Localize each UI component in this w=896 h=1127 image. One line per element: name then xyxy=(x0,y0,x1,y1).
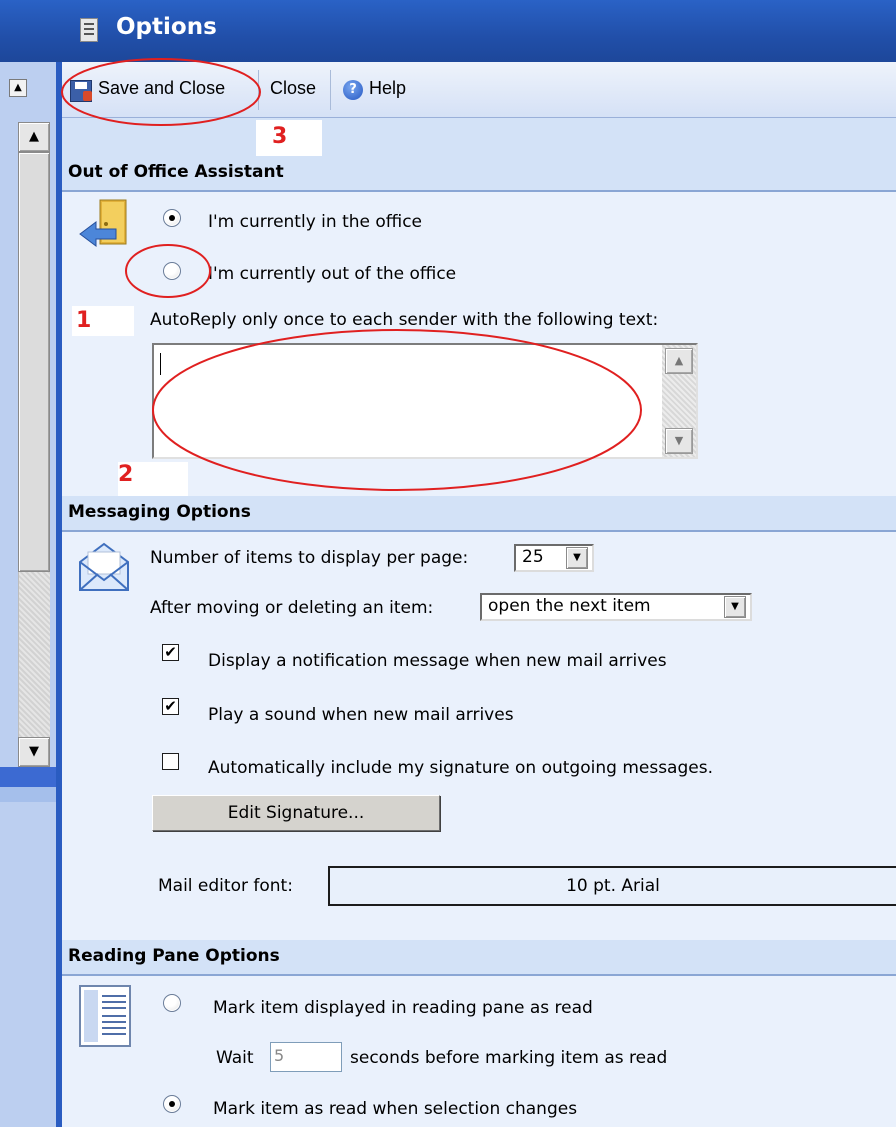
in-office-label: I'm currently in the office xyxy=(208,212,423,232)
after-move-select[interactable]: open the next item xyxy=(480,593,752,621)
annotation-number-3: 3 xyxy=(272,124,288,149)
wait-label: Wait xyxy=(216,1048,254,1068)
items-per-page-label: Number of items to display per page: xyxy=(150,548,469,568)
notify-checkbox[interactable]: ✔ xyxy=(162,644,179,661)
signature-label: Automatically include my signature on ou… xyxy=(208,758,713,778)
annotation-label-box xyxy=(256,120,322,160)
out-of-office-label: I'm currently out of the office xyxy=(208,264,457,284)
sound-checkbox[interactable]: ✔ xyxy=(162,698,179,715)
chevron-down-icon[interactable]: ▼ xyxy=(724,596,746,618)
autoreply-label: AutoReply only once to each sender with … xyxy=(150,310,659,330)
annotation-number-2: 2 xyxy=(118,462,134,487)
autoreply-scroll-up-button[interactable]: ▲ xyxy=(665,348,693,374)
signature-checkbox[interactable] xyxy=(162,753,179,770)
scroll-up-button[interactable]: ▲ xyxy=(18,122,50,152)
save-and-close-button[interactable]: Save and Close xyxy=(98,78,225,99)
section-header-out-of-office: Out of Office Assistant xyxy=(62,156,896,192)
mark-on-selection-change-label: Mark item as read when selection changes xyxy=(213,1099,578,1119)
scroll-down-button[interactable]: ▼ xyxy=(18,737,50,767)
mark-read-in-pane-label: Mark item displayed in reading pane as r… xyxy=(213,998,593,1018)
text-cursor xyxy=(160,353,161,375)
sound-label: Play a sound when new mail arrives xyxy=(208,705,514,725)
collapse-pane-button[interactable]: ▲ xyxy=(9,79,27,97)
section-header-reading-pane: Reading Pane Options xyxy=(62,940,896,976)
chevron-down-icon[interactable]: ▼ xyxy=(566,547,588,569)
options-form-icon xyxy=(80,18,98,42)
after-move-value: open the next item xyxy=(488,596,651,616)
notify-label: Display a notification message when new … xyxy=(208,651,667,671)
section-header-messaging: Messaging Options xyxy=(62,496,896,532)
reading-pane-icon xyxy=(79,985,131,1047)
window-title: Options xyxy=(116,14,217,40)
mark-on-selection-change-radio[interactable] xyxy=(163,1095,181,1113)
save-disk-icon[interactable] xyxy=(70,80,92,102)
mail-editor-font-button[interactable]: 10 pt. Arial xyxy=(328,866,896,906)
scrollbar-thumb[interactable] xyxy=(18,152,50,572)
help-button[interactable]: Help xyxy=(369,78,406,99)
after-move-label: After moving or deleting an item: xyxy=(150,598,434,618)
wait-seconds-input[interactable]: 5 xyxy=(270,1042,342,1072)
gutter-divider-bar-light xyxy=(0,787,58,802)
in-office-radio[interactable] xyxy=(163,209,181,227)
mail-editor-font-label: Mail editor font: xyxy=(158,876,293,896)
annotation-number-1: 1 xyxy=(76,308,92,333)
autoreply-textarea[interactable] xyxy=(152,343,698,459)
toolbar-separator xyxy=(258,70,259,110)
out-of-office-radio[interactable] xyxy=(163,262,181,280)
close-button[interactable]: Close xyxy=(270,78,316,99)
autoreply-scroll-down-button[interactable]: ▼ xyxy=(665,428,693,454)
edit-signature-button[interactable]: Edit Signature... xyxy=(152,795,440,831)
help-circle-icon[interactable]: ? xyxy=(343,80,363,100)
seconds-label: seconds before marking item as read xyxy=(350,1048,668,1068)
gutter-divider-bar xyxy=(0,767,58,787)
out-of-office-door-icon xyxy=(79,199,127,247)
items-per-page-value: 25 xyxy=(522,547,544,567)
toolbar-separator xyxy=(330,70,331,110)
mark-read-in-pane-radio[interactable] xyxy=(163,994,181,1012)
envelope-icon xyxy=(79,542,129,591)
